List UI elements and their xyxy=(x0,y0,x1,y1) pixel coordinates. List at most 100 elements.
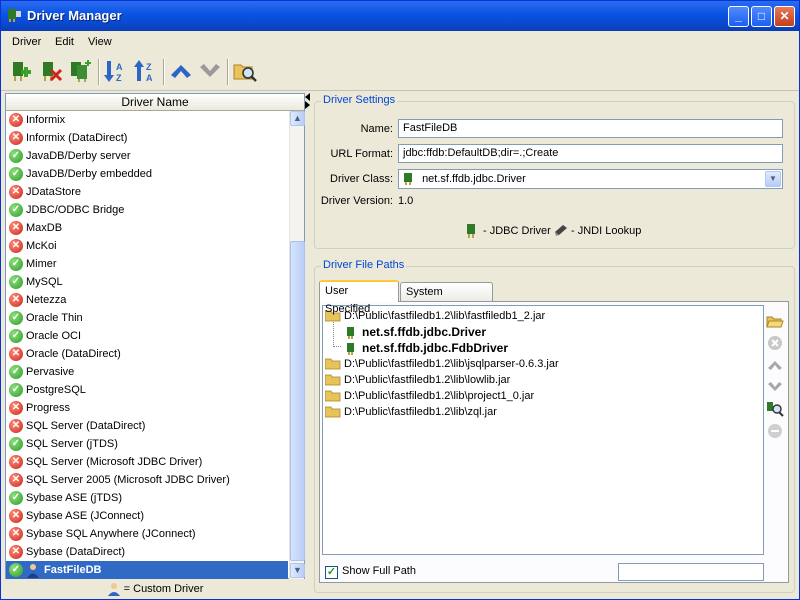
driver-error-icon: ✕ xyxy=(9,509,23,523)
sort-descending-icon[interactable]: ZA xyxy=(133,58,159,84)
tree-node-label: D:\Public\fastfiledb1.2\lib\project1_0.j… xyxy=(344,390,535,402)
minimize-button[interactable]: _ xyxy=(728,6,749,27)
driver-name-label: Sybase ASE (JConnect) xyxy=(26,510,145,522)
tab-system-classpath[interactable]: System Classpath xyxy=(400,282,493,316)
driver-list-item[interactable]: ✓ PostgreSQL xyxy=(6,381,288,399)
driver-list-item[interactable]: ✕ Sybase (DataDirect) xyxy=(6,543,288,561)
driver-list-item[interactable]: ✕ Informix (DataDirect) xyxy=(6,129,288,147)
remove-icon[interactable] xyxy=(766,334,784,352)
menu-view[interactable]: View xyxy=(88,36,112,48)
driver-settings-title: Driver Settings xyxy=(321,94,398,106)
driver-error-icon: ✕ xyxy=(9,221,23,235)
name-field[interactable]: FastFileDB xyxy=(398,119,783,138)
driver-list-item[interactable]: ✕ MaxDB xyxy=(6,219,288,237)
driver-list-item[interactable]: ✕ Netezza xyxy=(6,291,288,309)
tab-user-specified[interactable]: User Specified xyxy=(319,280,399,315)
search-driver-icon[interactable] xyxy=(766,400,784,418)
splitter-arrows-icon[interactable] xyxy=(305,93,311,109)
driver-list-panel: Driver Name ✕ Informix ✕ Informix (DataDire… xyxy=(5,93,305,579)
scroll-up-icon[interactable]: ▲ xyxy=(290,111,305,126)
driver-list-item[interactable]: ✓ Oracle OCI xyxy=(6,327,288,345)
driver-error-icon: ✕ xyxy=(9,545,23,559)
driver-name-label: MaxDB xyxy=(26,222,63,234)
copy-driver-icon[interactable] xyxy=(67,58,93,84)
driver-file-paths-title: Driver File Paths xyxy=(321,259,407,271)
tree-node-label: D:\Public\fastfiledb1.2\lib\fastfiledb1_… xyxy=(344,310,546,322)
driver-version-value: 1.0 xyxy=(398,195,414,207)
driver-list-item[interactable]: ✕ Sybase SQL Anywhere (JConnect) xyxy=(6,525,288,543)
jndi-lookup-legend: - JNDI Lookup xyxy=(571,225,642,237)
driver-class-combo[interactable]: net.sf.ffdb.jdbc.Driver ▼ xyxy=(398,169,783,189)
open-folder-icon[interactable] xyxy=(766,312,784,330)
toolbar-separator xyxy=(227,59,229,85)
driver-ok-icon: ✓ xyxy=(9,275,23,289)
driver-list-item[interactable]: ✓ Pervasive xyxy=(6,363,288,381)
driver-list-item[interactable]: ✓ SQL Server (jTDS) xyxy=(6,435,288,453)
sort-ascending-icon[interactable]: AZ xyxy=(103,58,129,84)
driver-error-icon: ✕ xyxy=(9,347,23,361)
driver-list-item[interactable]: ✕ Oracle (DataDirect) xyxy=(6,345,288,363)
driver-class-node[interactable]: net.sf.ffdb.jdbc.FdbDriver xyxy=(343,340,508,356)
move-down-icon[interactable] xyxy=(766,378,784,396)
move-up-icon[interactable] xyxy=(766,356,784,374)
driver-list-scrollbar[interactable]: ▲ ▼ xyxy=(289,111,305,579)
driver-list-item[interactable]: ✕ Sybase ASE (JConnect) xyxy=(6,507,288,525)
svg-text:A: A xyxy=(116,62,123,72)
close-button[interactable]: ✕ xyxy=(774,6,795,27)
driver-list-item[interactable]: ✕ JDataStore xyxy=(6,183,288,201)
driver-list-item[interactable]: ✕ Informix xyxy=(6,111,288,129)
driver-list-item[interactable]: ✓ JDBC/ODBC Bridge xyxy=(6,201,288,219)
driver-error-icon: ✕ xyxy=(9,455,23,469)
driver-list-item[interactable]: ✓ Sybase ASE (jTDS) xyxy=(6,489,288,507)
jar-file-node[interactable]: D:\Public\fastfiledb1.2\lib\lowlib.jar xyxy=(325,372,510,388)
driver-list-item[interactable]: ✓ FastFileDB xyxy=(6,561,288,579)
driver-list-item[interactable]: ✓ Mimer xyxy=(6,255,288,273)
driver-list-item[interactable]: ✕ SQL Server (Microsoft JDBC Driver) xyxy=(6,453,288,471)
driver-ok-icon: ✓ xyxy=(9,149,23,163)
driver-name-column-header[interactable]: Driver Name xyxy=(6,94,304,111)
driver-ok-icon: ✓ xyxy=(9,311,23,325)
driver-version-label: Driver Version: xyxy=(320,195,393,207)
show-full-path-label[interactable]: Show Full Path xyxy=(342,565,416,577)
jar-file-node[interactable]: D:\Public\fastfiledb1.2\lib\project1_0.j… xyxy=(325,388,534,404)
custom-driver-icon xyxy=(27,564,39,578)
path-filter-input[interactable] xyxy=(618,563,764,581)
driver-name-label: JDataStore xyxy=(26,186,82,198)
file-path-tree[interactable]: D:\Public\fastfiledb1.2\lib\fastfiledb1_… xyxy=(322,305,764,555)
driver-list-item[interactable]: ✕ SQL Server 2005 (Microsoft JDBC Driver) xyxy=(6,471,288,489)
driver-name-label: Sybase (DataDirect) xyxy=(26,546,126,558)
menu-edit[interactable]: Edit xyxy=(55,36,74,48)
add-driver-icon[interactable] xyxy=(7,58,33,84)
driver-ok-icon: ✓ xyxy=(9,257,23,271)
driver-list-item[interactable]: ✕ McKoi xyxy=(6,237,288,255)
jar-file-node[interactable]: D:\Public\fastfiledb1.2\lib\zql.jar xyxy=(325,404,497,420)
driver-name-label: JDBC/ODBC Bridge xyxy=(26,204,125,216)
remove-driver-icon[interactable] xyxy=(37,58,63,84)
move-up-icon[interactable] xyxy=(168,58,194,84)
driver-list-item[interactable]: ✓ MySQL xyxy=(6,273,288,291)
url-format-field[interactable]: jdbc:ffdb:DefaultDB;dir=.;Create xyxy=(398,144,783,163)
driver-list-item[interactable]: ✕ Progress xyxy=(6,399,288,417)
search-folder-icon[interactable] xyxy=(232,58,258,84)
move-down-icon[interactable] xyxy=(197,58,223,84)
folder-icon xyxy=(325,390,341,402)
menu-driver[interactable]: Driver xyxy=(12,36,41,48)
title-bar[interactable]: Driver Manager _ □ ✕ xyxy=(1,1,799,31)
driver-ok-icon: ✓ xyxy=(9,563,23,577)
driver-list-item[interactable]: ✓ JavaDB/Derby embedded xyxy=(6,165,288,183)
url-format-label: URL Format: xyxy=(330,148,393,160)
driver-class-node[interactable]: net.sf.ffdb.jdbc.Driver xyxy=(343,324,486,340)
jar-file-node[interactable]: D:\Public\fastfiledb1.2\lib\jsqlparser-0… xyxy=(325,356,559,372)
tree-connector xyxy=(333,322,341,347)
scroll-down-icon[interactable]: ▼ xyxy=(290,563,305,578)
driver-error-icon: ✕ xyxy=(9,401,23,415)
stop-icon[interactable] xyxy=(766,422,784,440)
show-full-path-checkbox[interactable]: ✓ xyxy=(325,566,338,579)
driver-list-item[interactable]: ✓ Oracle Thin xyxy=(6,309,288,327)
svg-text:A: A xyxy=(146,73,153,83)
driver-list-item[interactable]: ✕ SQL Server (DataDirect) xyxy=(6,417,288,435)
scrollbar-thumb[interactable] xyxy=(290,241,305,561)
chevron-down-icon[interactable]: ▼ xyxy=(765,171,781,187)
maximize-button[interactable]: □ xyxy=(751,6,772,27)
driver-list-item[interactable]: ✓ JavaDB/Derby server xyxy=(6,147,288,165)
